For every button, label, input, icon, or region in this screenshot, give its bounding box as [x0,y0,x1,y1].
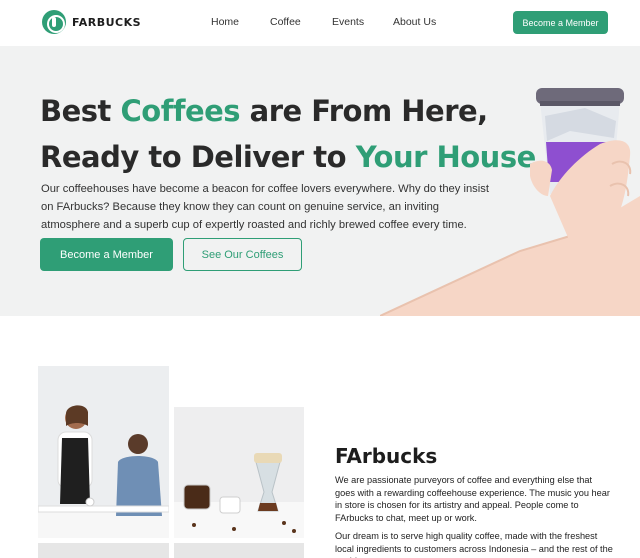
gallery-photo-3 [38,543,169,558]
hand-holding-cup-image [380,88,640,316]
nav-link-events[interactable]: Events [332,16,364,28]
about-paragraph-1: We are passionate purveyors of coffee an… [335,475,610,523]
hero-title-accent: Coffees [120,94,241,128]
about-title: FArbucks [335,444,438,468]
nav-link-coffee[interactable]: Coffee [270,16,301,28]
hero-section: Best Coffees are From Here, Ready to Del… [0,46,640,316]
top-navbar: FARBUCKS Home Coffee Events About Us Bec… [0,0,640,46]
hero-become-member-button[interactable]: Become a Member [40,238,173,271]
barista-serving-photo [38,366,169,538]
see-our-coffees-button[interactable]: See Our Coffees [183,238,302,271]
coffee-equipment-photo [174,407,304,538]
nav-become-member-button[interactable]: Become a Member [513,11,608,34]
about-paragraph-2: Our dream is to serve high quality coffe… [335,531,613,558]
gallery-photo-4 [174,543,304,558]
nav-link-about-us[interactable]: About Us [393,16,436,28]
nav-link-home[interactable]: Home [211,16,239,28]
